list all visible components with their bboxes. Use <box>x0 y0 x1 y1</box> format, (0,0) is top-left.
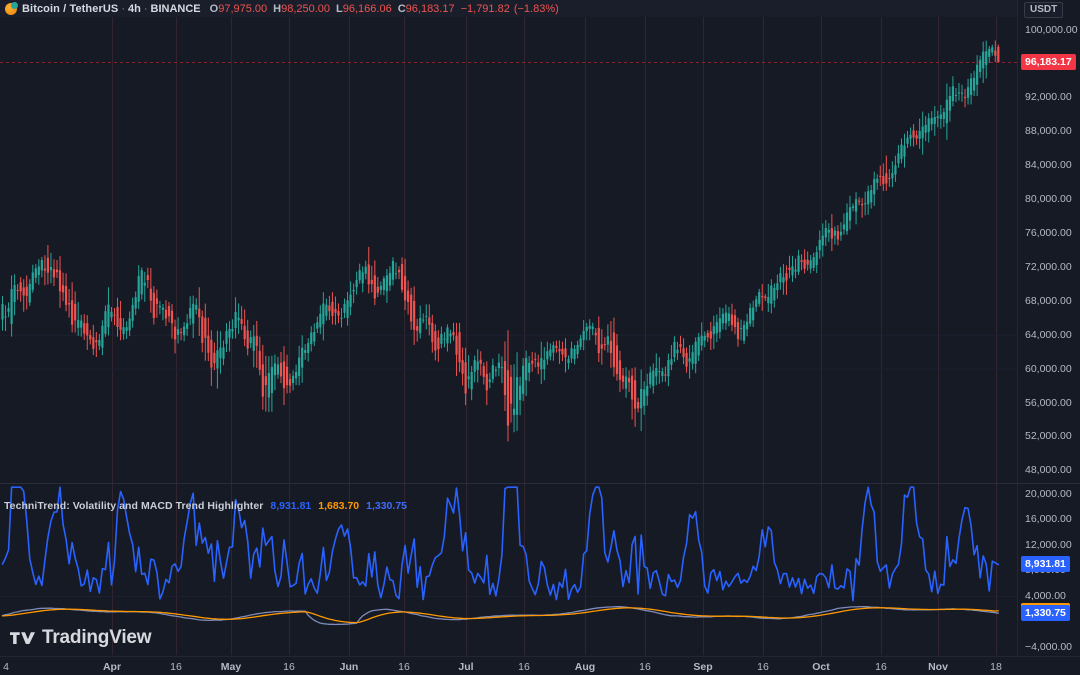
ohlc-close-value: 96,183.17 <box>405 2 455 15</box>
legend-separator-2: · <box>143 2 148 15</box>
ohlc-low-key: L <box>336 2 343 15</box>
current-price-badge: 96,183.17 <box>1021 54 1076 71</box>
time-tick-label: 16 <box>639 661 651 673</box>
time-tick-label: 16 <box>875 661 887 673</box>
ohlc-low-value: 96,166.06 <box>342 2 392 15</box>
watermark-text: TradingView <box>42 627 152 648</box>
time-tick-label: 16 <box>283 661 295 673</box>
time-tick-label: Aug <box>574 661 596 673</box>
indicator-tick-label: 16,000.00 <box>1025 513 1072 526</box>
ohlc-close-key: C <box>397 2 406 15</box>
time-tick-label: 18 <box>990 661 1002 673</box>
currency-unit-label[interactable]: USDT <box>1024 2 1064 18</box>
indicator-legend[interactable]: TechniTrend: Volatility and MACD Trend H… <box>4 500 407 512</box>
macd-line <box>1 606 999 626</box>
price-tick-label: 84,000.00 <box>1025 159 1072 172</box>
ohlc-values: O97,975.00 H98,250.00 L96,166.06 C96,183… <box>210 3 563 15</box>
indicator-badge-volatility: 8,931.81 <box>1021 556 1070 573</box>
ohlc-low: L96,166.06 <box>336 3 392 15</box>
legend-separator-1: · <box>121 2 125 15</box>
indicator-title[interactable]: TechniTrend: Volatility and MACD Trend H… <box>4 500 263 512</box>
time-tick-label: Jun <box>339 661 359 673</box>
price-tick-label: 76,000.00 <box>1025 227 1072 240</box>
time-tick-label: 16 <box>398 661 410 673</box>
indicator-value-volatility: 8,931.81 <box>270 500 312 512</box>
price-tick-label: 60,000.00 <box>1025 362 1072 375</box>
change-absolute: −1,791.82 <box>460 2 510 15</box>
price-tick-label: 56,000.00 <box>1025 396 1072 409</box>
time-tick-label: Oct <box>812 661 830 673</box>
time-tick-label: 16 <box>518 661 530 673</box>
price-tick-label: 72,000.00 <box>1025 260 1072 273</box>
ohlc-close: C96,183.17 <box>398 3 455 15</box>
price-tick-label: 92,000.00 <box>1025 91 1072 104</box>
indicator-tick-label: 12,000.00 <box>1025 538 1072 551</box>
exchange-label[interactable]: BINANCE <box>151 3 201 15</box>
price-tick-label: 52,000.00 <box>1025 430 1072 443</box>
time-tick-label: Apr <box>102 661 122 673</box>
bitcoin-coin-icon <box>5 1 18 15</box>
price-tick-label: 88,000.00 <box>1025 125 1072 138</box>
time-tick-label: 4 <box>3 661 9 673</box>
candlestick-series <box>1 40 1000 442</box>
price-tick-label: 68,000.00 <box>1025 294 1072 307</box>
price-scale-axis[interactable]: USDT 100,000.00 92,000.00 88,000.00 84,000.… <box>1017 0 1080 656</box>
indicator-tick-label: 20,000.00 <box>1025 487 1072 500</box>
tradingview-watermark: TradingView <box>10 627 152 649</box>
ohlc-high-value: 98,250.00 <box>281 2 331 15</box>
time-scale-axis[interactable]: 4 Apr 16 May 16 Jun 16 Jul 16 Aug 16 Sep 16 Oct 16 Nov 1… <box>0 656 1080 675</box>
time-tick-label: Jul <box>458 661 474 673</box>
tradingview-chart-app: Bitcoin / TetherUS · 4h · BINANCE O97,97… <box>0 0 1080 675</box>
chart-legend-header[interactable]: Bitcoin / TetherUS · 4h · BINANCE O97,97… <box>0 0 1017 17</box>
indicator-tick-label: −4,000.00 <box>1025 641 1073 654</box>
price-tick-label: 80,000.00 <box>1025 193 1072 206</box>
ohlc-open: O97,975.00 <box>210 3 268 15</box>
tradingview-logo-icon <box>10 631 35 644</box>
indicator-value-macd: 1,330.75 <box>366 500 407 512</box>
indicator-badge-macd: 1,330.75 <box>1021 605 1070 622</box>
price-tick-label: 48,000.00 <box>1025 464 1072 477</box>
change-percent: (−1.83%) <box>513 2 559 15</box>
price-tick-label: 64,000.00 <box>1025 328 1072 341</box>
ohlc-open-key: O <box>209 2 219 15</box>
time-tick-label: May <box>220 661 242 673</box>
ohlc-high: H98,250.00 <box>273 3 330 15</box>
ohlc-open-value: 97,975.00 <box>218 2 268 15</box>
pane-divider[interactable] <box>0 483 1080 484</box>
indicator-tick-label: 4,000.00 <box>1025 590 1066 603</box>
time-tick-label: Sep <box>693 661 713 673</box>
time-tick-label: 16 <box>170 661 182 673</box>
timeframe-label[interactable]: 4h <box>128 3 141 15</box>
ohlc-high-key: H <box>273 2 282 15</box>
time-tick-label: Nov <box>928 661 948 673</box>
price-tick-label: 100,000.00 <box>1025 23 1078 36</box>
time-tick-label: 16 <box>757 661 769 673</box>
indicator-value-signal: 1,683.70 <box>318 500 360 512</box>
symbol-name[interactable]: Bitcoin / TetherUS <box>22 3 118 15</box>
price-pane[interactable] <box>0 17 1017 483</box>
